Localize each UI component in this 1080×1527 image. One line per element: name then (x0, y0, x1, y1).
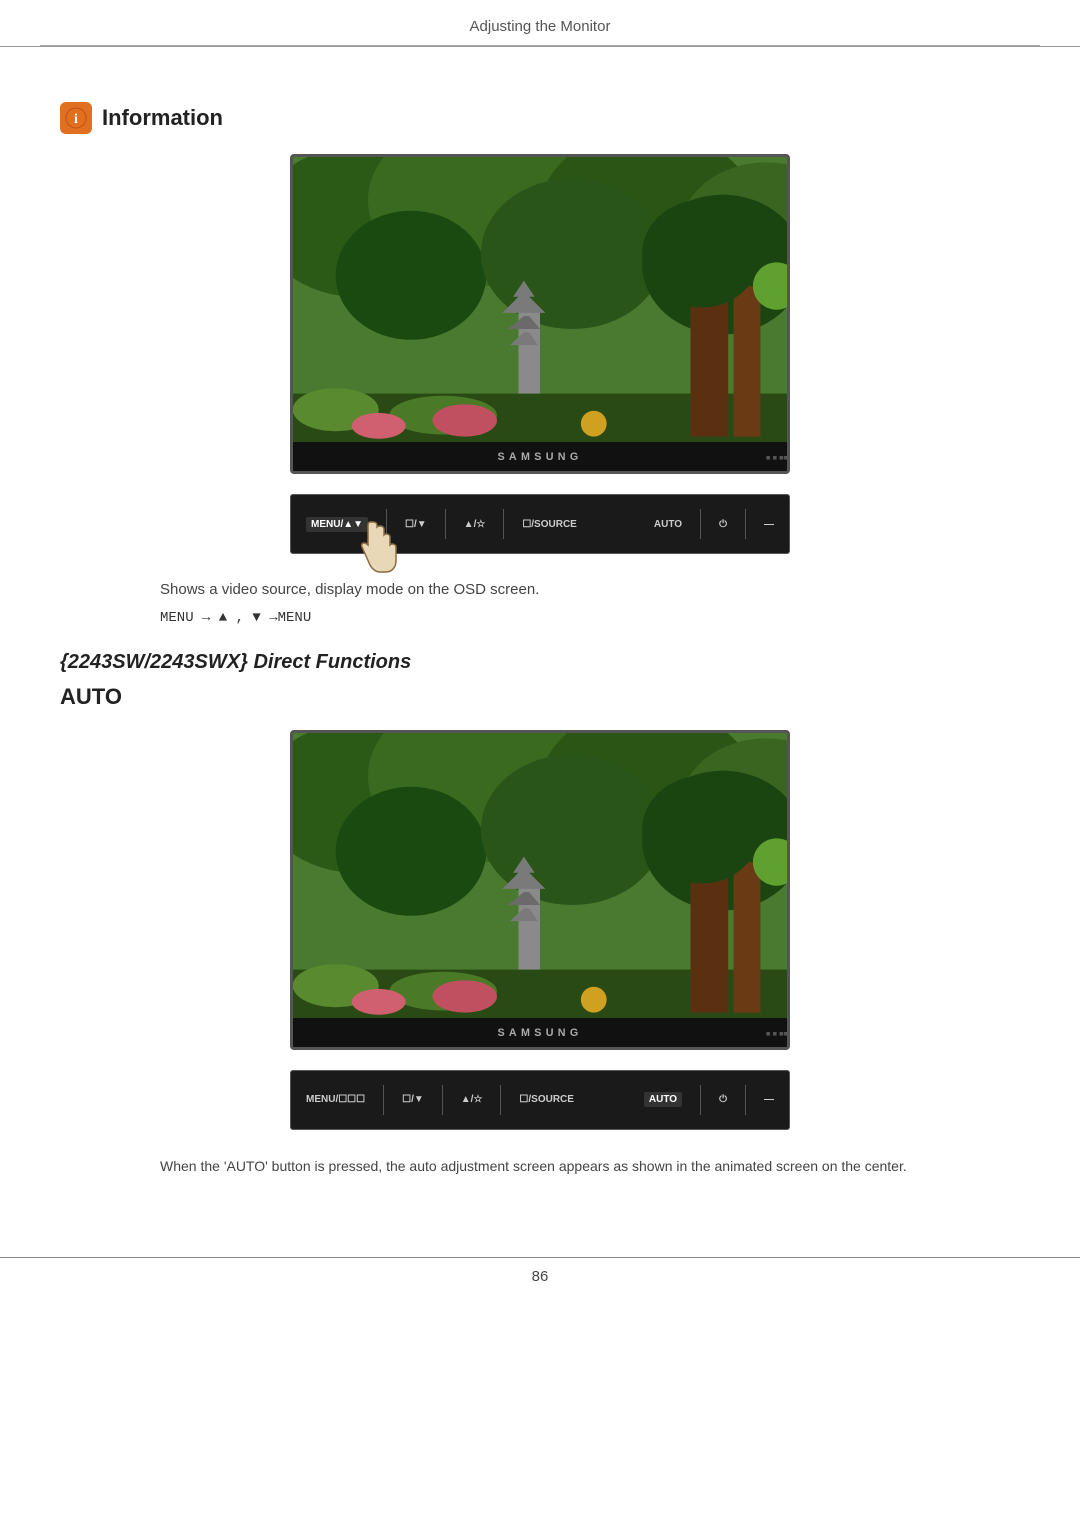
monitor-image-1-container: SAMSUNG ■ ■ ■■■ ■ ■ (60, 154, 1020, 474)
ctrl-btn3-1[interactable]: ☐/SOURCE (522, 519, 577, 530)
page-header: Adjusting the Monitor (40, 0, 1040, 46)
svg-text:SAMSUNG: SAMSUNG (497, 1027, 582, 1039)
ctrl-auto-btn-1[interactable]: AUTO (654, 519, 682, 530)
ctrl-minus-btn-2[interactable]: — (764, 1094, 774, 1105)
ctrl-divider-2 (445, 509, 446, 539)
ctrl-divider2-2 (442, 1085, 443, 1115)
ctrl-btn2-3[interactable]: ☐/SOURCE (519, 1094, 574, 1105)
main-content: i Information (0, 72, 1080, 1247)
ctrl-minus-btn-1[interactable]: — (764, 519, 774, 530)
info-section-title: Information (102, 105, 223, 131)
control-bar-2-container: MENU/☐☐☐ ☐/▼ ▲/☆ ☐/SOURCE AUTO ⏻ — (60, 1070, 1020, 1130)
monitor-image-2-container: SAMSUNG ■ ■ ■■■ ■ ■ (60, 730, 1020, 1050)
ctrl-divider-4 (700, 509, 701, 539)
control-bar-1-wrapper: MENU/▲▼ ☐/▼ ▲/☆ ☐/SOURCE AUTO ⏻ — (290, 494, 790, 554)
direct-functions-heading: {2243SW/2243SWX} Direct Functions (60, 651, 1020, 674)
info-section-heading: i Information (60, 102, 1020, 134)
description-2: When the 'AUTO' button is pressed, the a… (160, 1155, 960, 1177)
hand-svg (350, 517, 400, 577)
ctrl-menu-btn-2[interactable]: MENU/☐☐☐ (306, 1094, 365, 1105)
ctrl-btn1-1[interactable]: ☐/▼ (405, 519, 427, 530)
menu-path: MENU → ▲ , ▼ →MENU (160, 610, 960, 626)
ctrl-divider2-3 (500, 1085, 501, 1115)
monitor-image-2: SAMSUNG ■ ■ ■■■ ■ ■ (290, 730, 790, 1050)
ctrl-btn2-1[interactable]: ☐/▼ (402, 1094, 424, 1105)
auto-section-heading: AUTO (60, 684, 1020, 710)
page-title: Adjusting the Monitor (470, 18, 611, 35)
ctrl-divider2-1 (383, 1085, 384, 1115)
ctrl-btn2-1[interactable]: ▲/☆ (464, 519, 486, 530)
ctrl-power-btn-2[interactable]: ⏻ (719, 1094, 727, 1105)
svg-text:i: i (74, 112, 78, 127)
control-bar-2: MENU/☐☐☐ ☐/▼ ▲/☆ ☐/SOURCE AUTO ⏻ — (290, 1070, 790, 1130)
svg-text:SAMSUNG: SAMSUNG (497, 451, 582, 463)
monitor-image-1: SAMSUNG ■ ■ ■■■ ■ ■ (290, 154, 790, 474)
header-divider (0, 46, 1080, 47)
svg-text:■ ■ ■■■ ■ ■: ■ ■ ■■■ ■ ■ (766, 1029, 787, 1038)
ctrl-divider2-4 (700, 1085, 701, 1115)
ctrl-divider-5 (745, 509, 746, 539)
svg-text:■ ■ ■■■ ■ ■: ■ ■ ■■■ ■ ■ (766, 453, 787, 462)
page-container: Adjusting the Monitor i Information (0, 0, 1080, 1527)
ctrl-power-btn-1[interactable]: ⏻ (719, 519, 727, 530)
ctrl-divider2-5 (745, 1085, 746, 1115)
ctrl-divider-3 (503, 509, 504, 539)
garden-svg-1: SAMSUNG ■ ■ ■■■ ■ ■ (293, 157, 787, 471)
ctrl-auto-btn-2[interactable]: AUTO (644, 1092, 682, 1107)
info-icon: i (60, 102, 92, 134)
hand-cursor-icon (350, 517, 400, 584)
ctrl-btn2-2[interactable]: ▲/☆ (461, 1094, 483, 1105)
garden-svg-2: SAMSUNG ■ ■ ■■■ ■ ■ (293, 733, 787, 1047)
page-number: 86 (0, 1258, 1080, 1295)
info-icon-svg: i (65, 107, 87, 129)
control-bar-1-container: MENU/▲▼ ☐/▼ ▲/☆ ☐/SOURCE AUTO ⏻ — (60, 494, 1020, 554)
description-1: Shows a video source, display mode on th… (160, 579, 960, 602)
